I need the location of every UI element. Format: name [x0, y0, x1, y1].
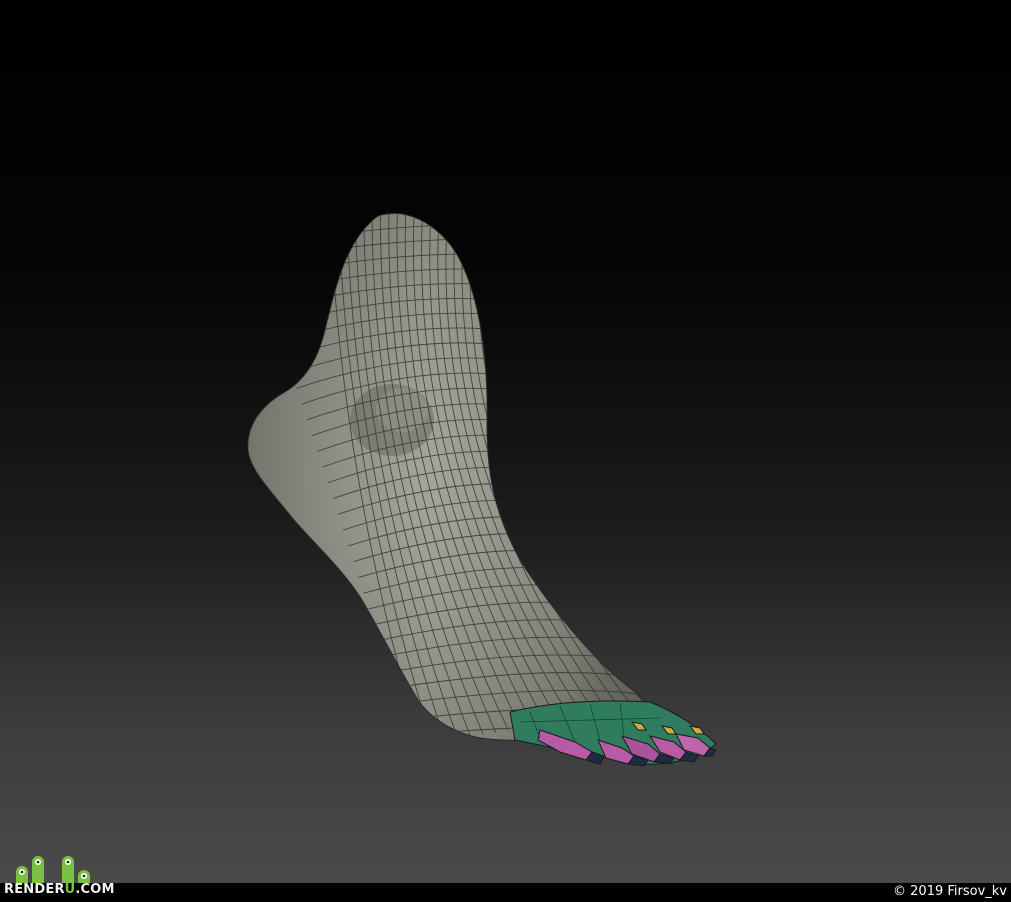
- foot-mesh-render: [247, 212, 717, 767]
- foot-body: [247, 212, 653, 741]
- render-viewport: [0, 0, 1011, 883]
- copyright-notice: © 2019 Firsov_kv: [893, 884, 1007, 899]
- mesh-edge-loop: [247, 213, 501, 216]
- footer-bar: [0, 883, 1011, 902]
- toes: [509, 700, 717, 767]
- logo-suffix: .COM: [75, 882, 115, 897]
- logo-main: RENDER: [4, 882, 65, 897]
- renderu-logo-text: RENDERU.COM: [4, 882, 115, 898]
- logo-accent: U: [64, 882, 76, 897]
